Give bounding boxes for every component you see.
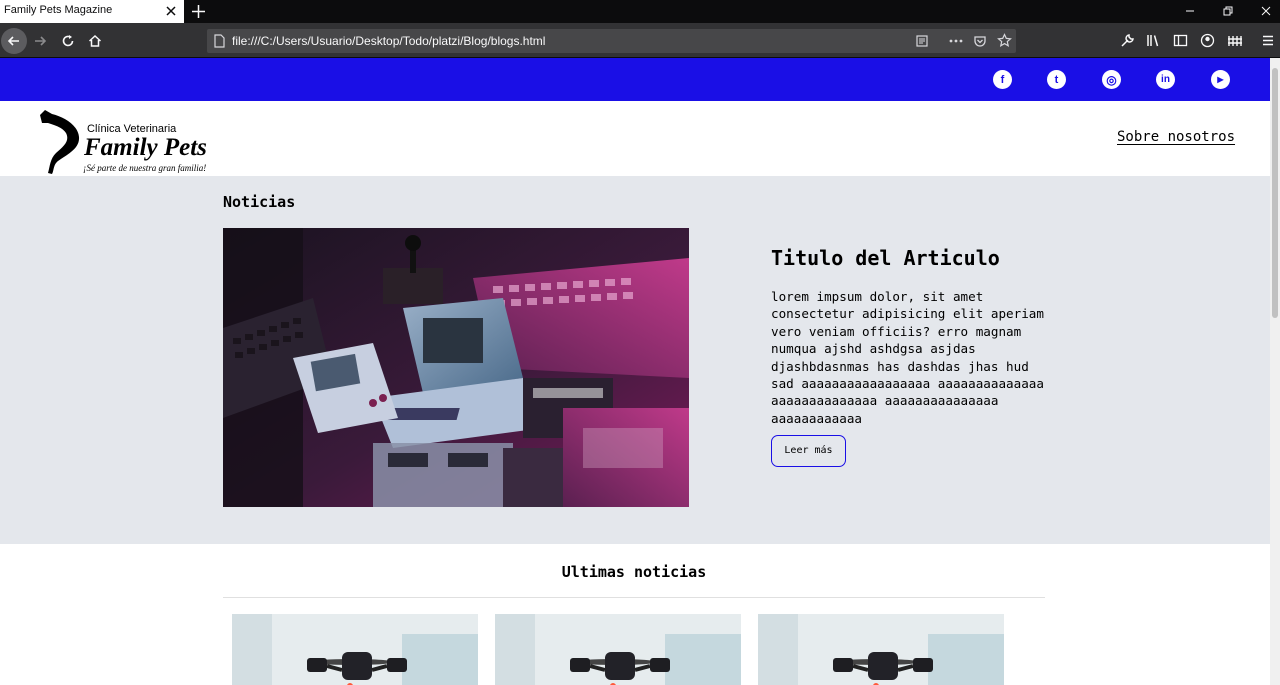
library-icon[interactable] <box>1146 33 1162 48</box>
home-icon[interactable] <box>87 33 103 49</box>
read-more-button[interactable]: Leer más <box>771 435 846 468</box>
page-viewport: f t ◎ in ▶ Clínica Veterinaria Family Pe… <box>0 58 1270 685</box>
drone-image <box>758 614 1004 685</box>
youtube-icon[interactable]: ▶ <box>1211 70 1230 89</box>
latest-news-title: Ultimas noticias <box>561 563 707 581</box>
page-icon <box>214 34 225 48</box>
news-card[interactable] <box>758 614 1004 685</box>
linkedin-icon[interactable]: in <box>1156 70 1175 89</box>
instagram-icon[interactable]: ◎ <box>1102 70 1121 89</box>
page-actions-icon[interactable] <box>948 34 964 48</box>
drone-image <box>232 614 478 685</box>
section-title: Noticias <box>223 193 296 211</box>
featured-article: Titulo del Articulo lorem impsum dolor, … <box>771 246 1051 468</box>
reader-view-icon[interactable] <box>915 34 929 48</box>
site-header: Clínica Veterinaria Family Pets ¡Sé part… <box>0 101 1270 176</box>
featured-image <box>223 228 689 507</box>
menu-icon[interactable] <box>1261 33 1275 48</box>
wrench-icon[interactable] <box>1120 33 1135 48</box>
drone-image <box>495 614 741 685</box>
retro-computers-photo <box>223 228 689 507</box>
about-link[interactable]: Sobre nosotros <box>1117 129 1235 145</box>
pocket-icon[interactable] <box>973 34 987 48</box>
sidebar-icon[interactable] <box>1173 33 1188 48</box>
divider <box>223 597 1045 598</box>
close-tab-icon[interactable] <box>164 4 178 18</box>
featured-section: Noticias Titulo del Articulo lorem impsu… <box>0 176 1270 544</box>
news-card[interactable] <box>232 614 478 685</box>
bookmark-star-icon[interactable] <box>997 33 1012 48</box>
url-text[interactable]: file:///C:/Users/Usuario/Desktop/Todo/pl… <box>232 34 545 48</box>
back-button[interactable] <box>1 28 27 54</box>
close-window-icon[interactable] <box>1258 3 1274 19</box>
article-excerpt: lorem impsum dolor, sit amet consectetur… <box>771 289 1044 426</box>
social-bar: f t ◎ in ▶ <box>0 58 1270 101</box>
tab-active[interactable]: Family Pets Magazine <box>0 0 184 23</box>
facebook-icon[interactable]: f <box>993 70 1012 89</box>
scrollbar-thumb[interactable] <box>1272 68 1278 318</box>
article-title: Titulo del Articulo <box>771 246 1000 270</box>
tab-strip: Family Pets Magazine <box>0 0 1280 23</box>
logo-brand-name: Family Pets <box>84 134 207 161</box>
account-icon[interactable] <box>1200 33 1215 48</box>
address-bar[interactable]: file:///C:/Users/Usuario/Desktop/Todo/pl… <box>207 29 1016 53</box>
forward-icon[interactable] <box>32 33 48 49</box>
extension-icon[interactable] <box>1227 33 1243 48</box>
news-card[interactable] <box>495 614 741 685</box>
minimize-icon[interactable] <box>1182 3 1198 19</box>
navigation-toolbar: file:///C:/Users/Usuario/Desktop/Todo/pl… <box>0 23 1280 58</box>
new-tab-icon[interactable] <box>190 3 207 20</box>
tab-title: Family Pets Magazine <box>4 4 113 16</box>
restore-icon[interactable] <box>1220 3 1236 19</box>
back-arrow-icon <box>7 36 19 46</box>
reload-icon[interactable] <box>60 33 76 49</box>
tumblr-icon[interactable]: t <box>1047 70 1066 89</box>
logo-tagline: ¡Sé parte de nuestra gran familia! <box>83 163 207 173</box>
logo[interactable]: Clínica Veterinaria Family Pets ¡Sé part… <box>36 107 236 175</box>
dog-silhouette-icon <box>40 110 80 174</box>
page-scrollbar[interactable] <box>1270 58 1280 685</box>
latest-news-section: Ultimas noticias <box>0 544 1270 685</box>
